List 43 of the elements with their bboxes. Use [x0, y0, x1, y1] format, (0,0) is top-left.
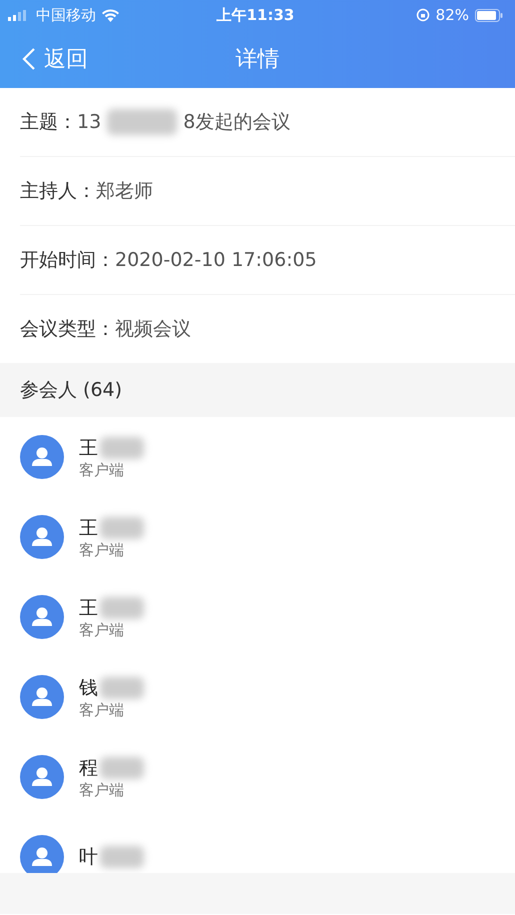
- avatar-icon: [20, 755, 64, 799]
- redaction-mark: [100, 676, 144, 698]
- redaction-mark: [100, 596, 144, 618]
- field-value: 13: [77, 111, 102, 133]
- chevron-left-icon: [22, 47, 36, 71]
- page-title: 详情: [236, 46, 280, 74]
- client-type: 客户端: [79, 700, 125, 720]
- back-button[interactable]: 返回: [0, 44, 88, 74]
- field-label: 会议类型：: [20, 317, 115, 342]
- participant-name: 程: [79, 756, 98, 780]
- battery-icon: [475, 8, 503, 22]
- clock-time: 上午11:33: [216, 6, 294, 24]
- client-type: 客户端: [79, 780, 125, 800]
- field-value: 郑老师: [96, 179, 153, 204]
- avatar-icon: [20, 515, 64, 559]
- redaction-mark: [100, 756, 144, 778]
- participant-name: 钱: [79, 676, 98, 700]
- carrier-name: 中国移动: [36, 6, 96, 24]
- field-value: 视频会议: [115, 317, 191, 342]
- field-label: 开始时间：: [20, 248, 115, 273]
- field-value: 8发起的会议: [183, 110, 290, 135]
- redaction-mark: [100, 516, 144, 538]
- avatar-icon: [20, 595, 64, 639]
- rotation-lock-icon: [416, 8, 430, 22]
- redaction-mark: [100, 846, 144, 868]
- field-value: 2020-02-10 17:06:05: [115, 249, 317, 271]
- battery-percent: 82%: [436, 6, 469, 24]
- avatar-icon: [20, 435, 64, 479]
- client-type: 客户端: [79, 540, 125, 560]
- client-type: 客户端: [79, 620, 125, 640]
- participant-name: 叶: [79, 845, 98, 870]
- section-header: 参会人 (64): [0, 363, 515, 417]
- participant-name: 王: [79, 436, 98, 460]
- participant-name: 王: [79, 596, 98, 620]
- field-label: 主持人：: [20, 179, 96, 204]
- redaction-mark: [100, 436, 144, 458]
- avatar-icon: [20, 835, 64, 873]
- avatar-icon: [20, 675, 64, 719]
- participant-name: 王: [79, 516, 98, 540]
- redaction-mark: [107, 109, 178, 135]
- wifi-icon: [102, 8, 119, 22]
- field-label: 主题：: [20, 110, 77, 135]
- client-type: 客户端: [79, 460, 125, 480]
